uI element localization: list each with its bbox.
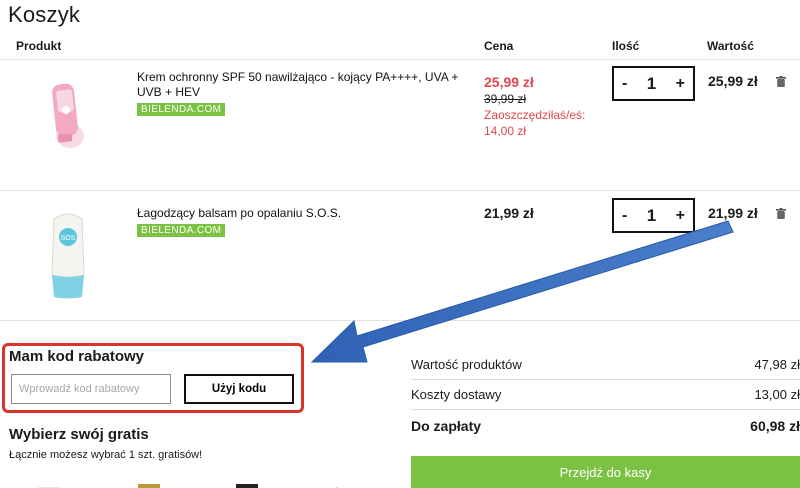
increase-button[interactable]: + [676, 207, 685, 225]
product-image-balm[interactable]: SOS [44, 205, 92, 301]
price-sale: 25,99 zł [484, 74, 534, 90]
quantity-stepper: - 1 + [612, 198, 695, 233]
line-total: 21,99 zł [708, 205, 758, 221]
quantity-value[interactable]: 1 [647, 74, 656, 94]
header-value: Wartość [707, 39, 754, 53]
price-old: 39,99 zł [484, 92, 527, 106]
decrease-button[interactable]: - [622, 75, 627, 93]
divider [411, 379, 800, 380]
total-label: Do zapłaty [411, 418, 482, 434]
savings-text: Zaoszczędziłaś/eś: 14,00 zł [484, 108, 586, 138]
header-qty: Ilość [612, 39, 640, 53]
summary-products-row: Wartość produktów 47,98 zł [411, 357, 800, 372]
products-label: Wartość produktów [411, 357, 522, 372]
product-image-sunscreen[interactable] [40, 76, 92, 158]
header-product: Produkt [16, 39, 62, 53]
quantity-value[interactable]: 1 [647, 206, 656, 226]
product-name[interactable]: Łagodzący balsam po opalaniu S.O.S. [137, 206, 467, 221]
divider [0, 320, 800, 321]
summary-shipping-row: Koszty dostawy 13,00 zł [411, 387, 800, 402]
coupon-input[interactable] [11, 374, 171, 404]
product-name[interactable]: Krem ochronny SPF 50 nawilżająco - kojąc… [137, 70, 467, 100]
products-value: 47,98 zł [754, 357, 800, 372]
trash-icon[interactable] [776, 74, 786, 92]
line-total: 25,99 zł [708, 73, 758, 89]
store-badge: BIELENDA.COM [137, 224, 226, 237]
divider [0, 190, 800, 191]
summary-total-row: Do zapłaty 60,98 zł [411, 418, 800, 434]
apply-coupon-button[interactable]: Użyj kodu [184, 374, 294, 404]
increase-button[interactable]: + [676, 75, 685, 93]
trash-icon[interactable] [776, 206, 786, 224]
gifts-title: Wybierz swój gratis [9, 426, 149, 443]
divider [411, 409, 800, 410]
divider [0, 59, 800, 60]
shipping-label: Koszty dostawy [411, 387, 502, 402]
svg-text:SOS: SOS [61, 235, 76, 242]
store-badge: BIELENDA.COM [137, 103, 226, 116]
coupon-title: Mam kod rabatowy [9, 348, 145, 365]
gift-thumbnails [38, 478, 338, 488]
shipping-value: 13,00 zł [754, 387, 800, 402]
decrease-button[interactable]: - [622, 207, 627, 225]
header-price: Cena [484, 39, 514, 53]
gifts-subtitle: Łącznie możesz wybrać 1 szt. gratisów! [9, 449, 203, 461]
total-value: 60,98 zł [750, 418, 800, 434]
quantity-stepper: - 1 + [612, 66, 695, 101]
page-title: Koszyk [8, 2, 81, 27]
price: 21,99 zł [484, 205, 534, 221]
checkout-button[interactable]: Przejdź do kasy [411, 456, 800, 488]
